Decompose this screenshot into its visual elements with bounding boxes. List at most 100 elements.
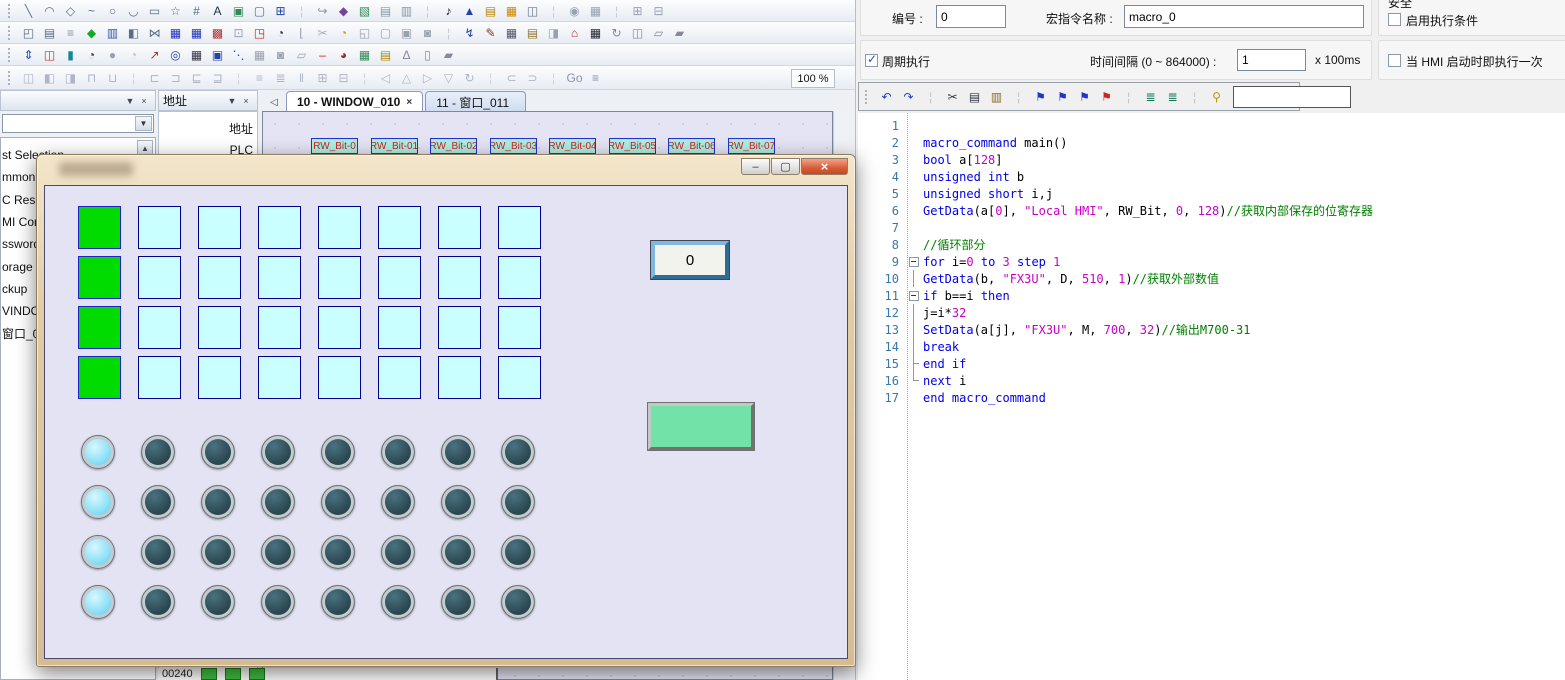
- toolbar-icon[interactable]: ▤: [523, 23, 542, 42]
- toolbar-icon[interactable]: ◉: [565, 1, 584, 20]
- toolbar-icon-disabled[interactable]: ¦: [229, 68, 248, 87]
- toolbar-icon-disabled[interactable]: ≡: [250, 68, 269, 87]
- macro-toolbar-icon[interactable]: ⚑: [1031, 87, 1050, 106]
- toolbar-icon[interactable]: ▦: [166, 23, 185, 42]
- zoom-level-box[interactable]: 100 %: [791, 69, 835, 88]
- fold-marker-icon[interactable]: [905, 185, 923, 202]
- toolbar-icon[interactable]: ◆: [82, 23, 101, 42]
- toolbar-icon[interactable]: ¦: [544, 1, 563, 20]
- minimize-button[interactable]: –: [741, 158, 770, 175]
- macro-toolbar-icon[interactable]: ≣: [1163, 87, 1182, 106]
- toolbar-icon[interactable]: ◔: [334, 23, 353, 42]
- toolbar-grip[interactable]: [8, 26, 13, 40]
- toolbar-icon[interactable]: ▣: [208, 45, 227, 64]
- toolbar-icon[interactable]: ¦: [439, 23, 458, 42]
- toolbar-icon[interactable]: ◨: [544, 23, 563, 42]
- toolbar-icon[interactable]: ✎: [481, 23, 500, 42]
- toolbar-icon[interactable]: ╲: [19, 1, 38, 20]
- toolbar-icon[interactable]: ▢: [250, 1, 269, 20]
- toolbar-icon[interactable]: ▲: [460, 1, 479, 20]
- toolbar-grip[interactable]: [8, 48, 13, 62]
- toolbar-icon[interactable]: ▦: [187, 45, 206, 64]
- toolbar-icon-disabled[interactable]: ≣: [271, 68, 290, 87]
- toolbar-icon[interactable]: ▤: [40, 23, 59, 42]
- rw-bit-object[interactable]: RW_Bit-02: [430, 138, 477, 154]
- toolbar-icon[interactable]: ◔: [124, 45, 143, 64]
- toolbar-icon-disabled[interactable]: ⊓: [82, 68, 101, 87]
- toolbar-icon-disabled[interactable]: ⊞: [313, 68, 332, 87]
- tab-close-icon[interactable]: ×: [406, 97, 412, 108]
- fold-marker-icon[interactable]: [905, 168, 923, 185]
- toolbar-icon[interactable]: ▯: [418, 45, 437, 64]
- macro-toolbar-icon[interactable]: ¦: [921, 87, 940, 106]
- toolbar-icon[interactable]: ◫: [628, 23, 647, 42]
- fold-marker-icon[interactable]: [905, 151, 923, 168]
- fold-marker-icon[interactable]: [905, 372, 923, 389]
- toolbar-icon[interactable]: ◳: [250, 23, 269, 42]
- toolbar-icon[interactable]: ⊞: [628, 1, 647, 20]
- toolbar-icon[interactable]: ◆: [334, 1, 353, 20]
- toolbar-icon-disabled[interactable]: ◧: [40, 68, 59, 87]
- toolbar-icon-disabled[interactable]: ¦: [355, 68, 374, 87]
- macro-toolbar-icon[interactable]: ¦: [1119, 87, 1138, 106]
- toolbar-icon[interactable]: ◙: [418, 23, 437, 42]
- toolbar-icon-disabled[interactable]: ↻: [460, 68, 479, 87]
- toolbar-icon[interactable]: A: [208, 1, 227, 20]
- macro-code-editor[interactable]: 1 2 macro_command main() 3 bool a[128]: [858, 113, 1565, 680]
- toolbar-icon[interactable]: ✂: [313, 23, 332, 42]
- macro-toolbar-icon[interactable]: ⚑: [1053, 87, 1072, 106]
- macro-toolbar-icon[interactable]: ↷: [899, 87, 918, 106]
- panel-close-icon[interactable]: ×: [137, 96, 151, 106]
- toolbar-icon[interactable]: ↪: [313, 1, 332, 20]
- fold-marker-icon[interactable]: [905, 389, 923, 406]
- macro-toolbar-icon[interactable]: ⚑: [1097, 87, 1116, 106]
- window-tab[interactable]: 10 - WINDOW_010 ×: [286, 91, 423, 112]
- fold-marker-icon[interactable]: [905, 253, 923, 270]
- toolbar-icon-disabled[interactable]: ▷: [418, 68, 437, 87]
- fold-marker-icon[interactable]: [905, 321, 923, 338]
- toolbar-icon[interactable]: ¦: [418, 1, 437, 20]
- fold-marker-icon[interactable]: [905, 202, 923, 219]
- object-filter-dropdown[interactable]: ▼: [2, 114, 154, 133]
- toolbar-icon[interactable]: ◧: [124, 23, 143, 42]
- macro-number-input[interactable]: [936, 5, 1006, 28]
- toolbar-icon[interactable]: ▮: [61, 45, 80, 64]
- toolbar-icon[interactable]: ▥: [397, 1, 416, 20]
- toolbar-icon[interactable]: ◱: [355, 23, 374, 42]
- fold-marker-icon[interactable]: [905, 355, 923, 372]
- toolbar-icon[interactable]: ☆: [166, 1, 185, 20]
- toolbar-icon[interactable]: ⊞: [271, 1, 290, 20]
- fold-marker-icon[interactable]: [905, 270, 923, 287]
- toolbar-icon[interactable]: ▦: [586, 1, 605, 20]
- toolbar-icon[interactable]: ▤: [376, 1, 395, 20]
- macro-toolbar-icon[interactable]: ↶: [877, 87, 896, 106]
- toolbar-icon[interactable]: ◎: [166, 45, 185, 64]
- rw-bit-object[interactable]: RW_Bit-03: [490, 138, 537, 154]
- toolbar-icon-disabled[interactable]: △: [397, 68, 416, 87]
- rw-bit-object[interactable]: RW_Bit-04: [549, 138, 596, 154]
- toolbar-icon[interactable]: ~: [82, 1, 101, 20]
- macro-toolbar-icon[interactable]: ¦: [1185, 87, 1204, 106]
- toolbar-icon-disabled[interactable]: ⊐: [166, 68, 185, 87]
- fold-marker-icon[interactable]: [905, 117, 923, 134]
- rw-bit-object[interactable]: RW_Bit-07: [728, 138, 775, 154]
- toolbar-icon[interactable]: ▥: [103, 23, 122, 42]
- toolbar-icon-disabled[interactable]: ⊑: [187, 68, 206, 87]
- macro-toolbar-icon[interactable]: ▤: [965, 87, 984, 106]
- rw-bit-object[interactable]: RW_Bit-0: [311, 138, 358, 154]
- toolbar-icon-disabled[interactable]: ◨: [61, 68, 80, 87]
- toolbar-icon[interactable]: ⌂: [565, 23, 584, 42]
- toolbar-icon[interactable]: Δ: [397, 45, 416, 64]
- toolbar-icon[interactable]: ▤: [481, 1, 500, 20]
- toolbar-icon[interactable]: ▦: [187, 23, 206, 42]
- panel-collapse-icon[interactable]: ▼: [225, 96, 239, 106]
- run-on-start-checkbox[interactable]: [1388, 54, 1401, 67]
- toolbar-icon[interactable]: ▦: [502, 23, 521, 42]
- toolbar-icon[interactable]: ▰: [439, 45, 458, 64]
- rw-bit-object[interactable]: RW_Bit-06: [668, 138, 715, 154]
- toolbar-icon[interactable]: ◕: [334, 45, 353, 64]
- toolbar-icon[interactable]: ⋱: [229, 45, 248, 64]
- toolbar-icon[interactable]: ↻: [607, 23, 626, 42]
- toolbar-grip[interactable]: [865, 90, 870, 104]
- macro-name-input[interactable]: [1124, 5, 1364, 28]
